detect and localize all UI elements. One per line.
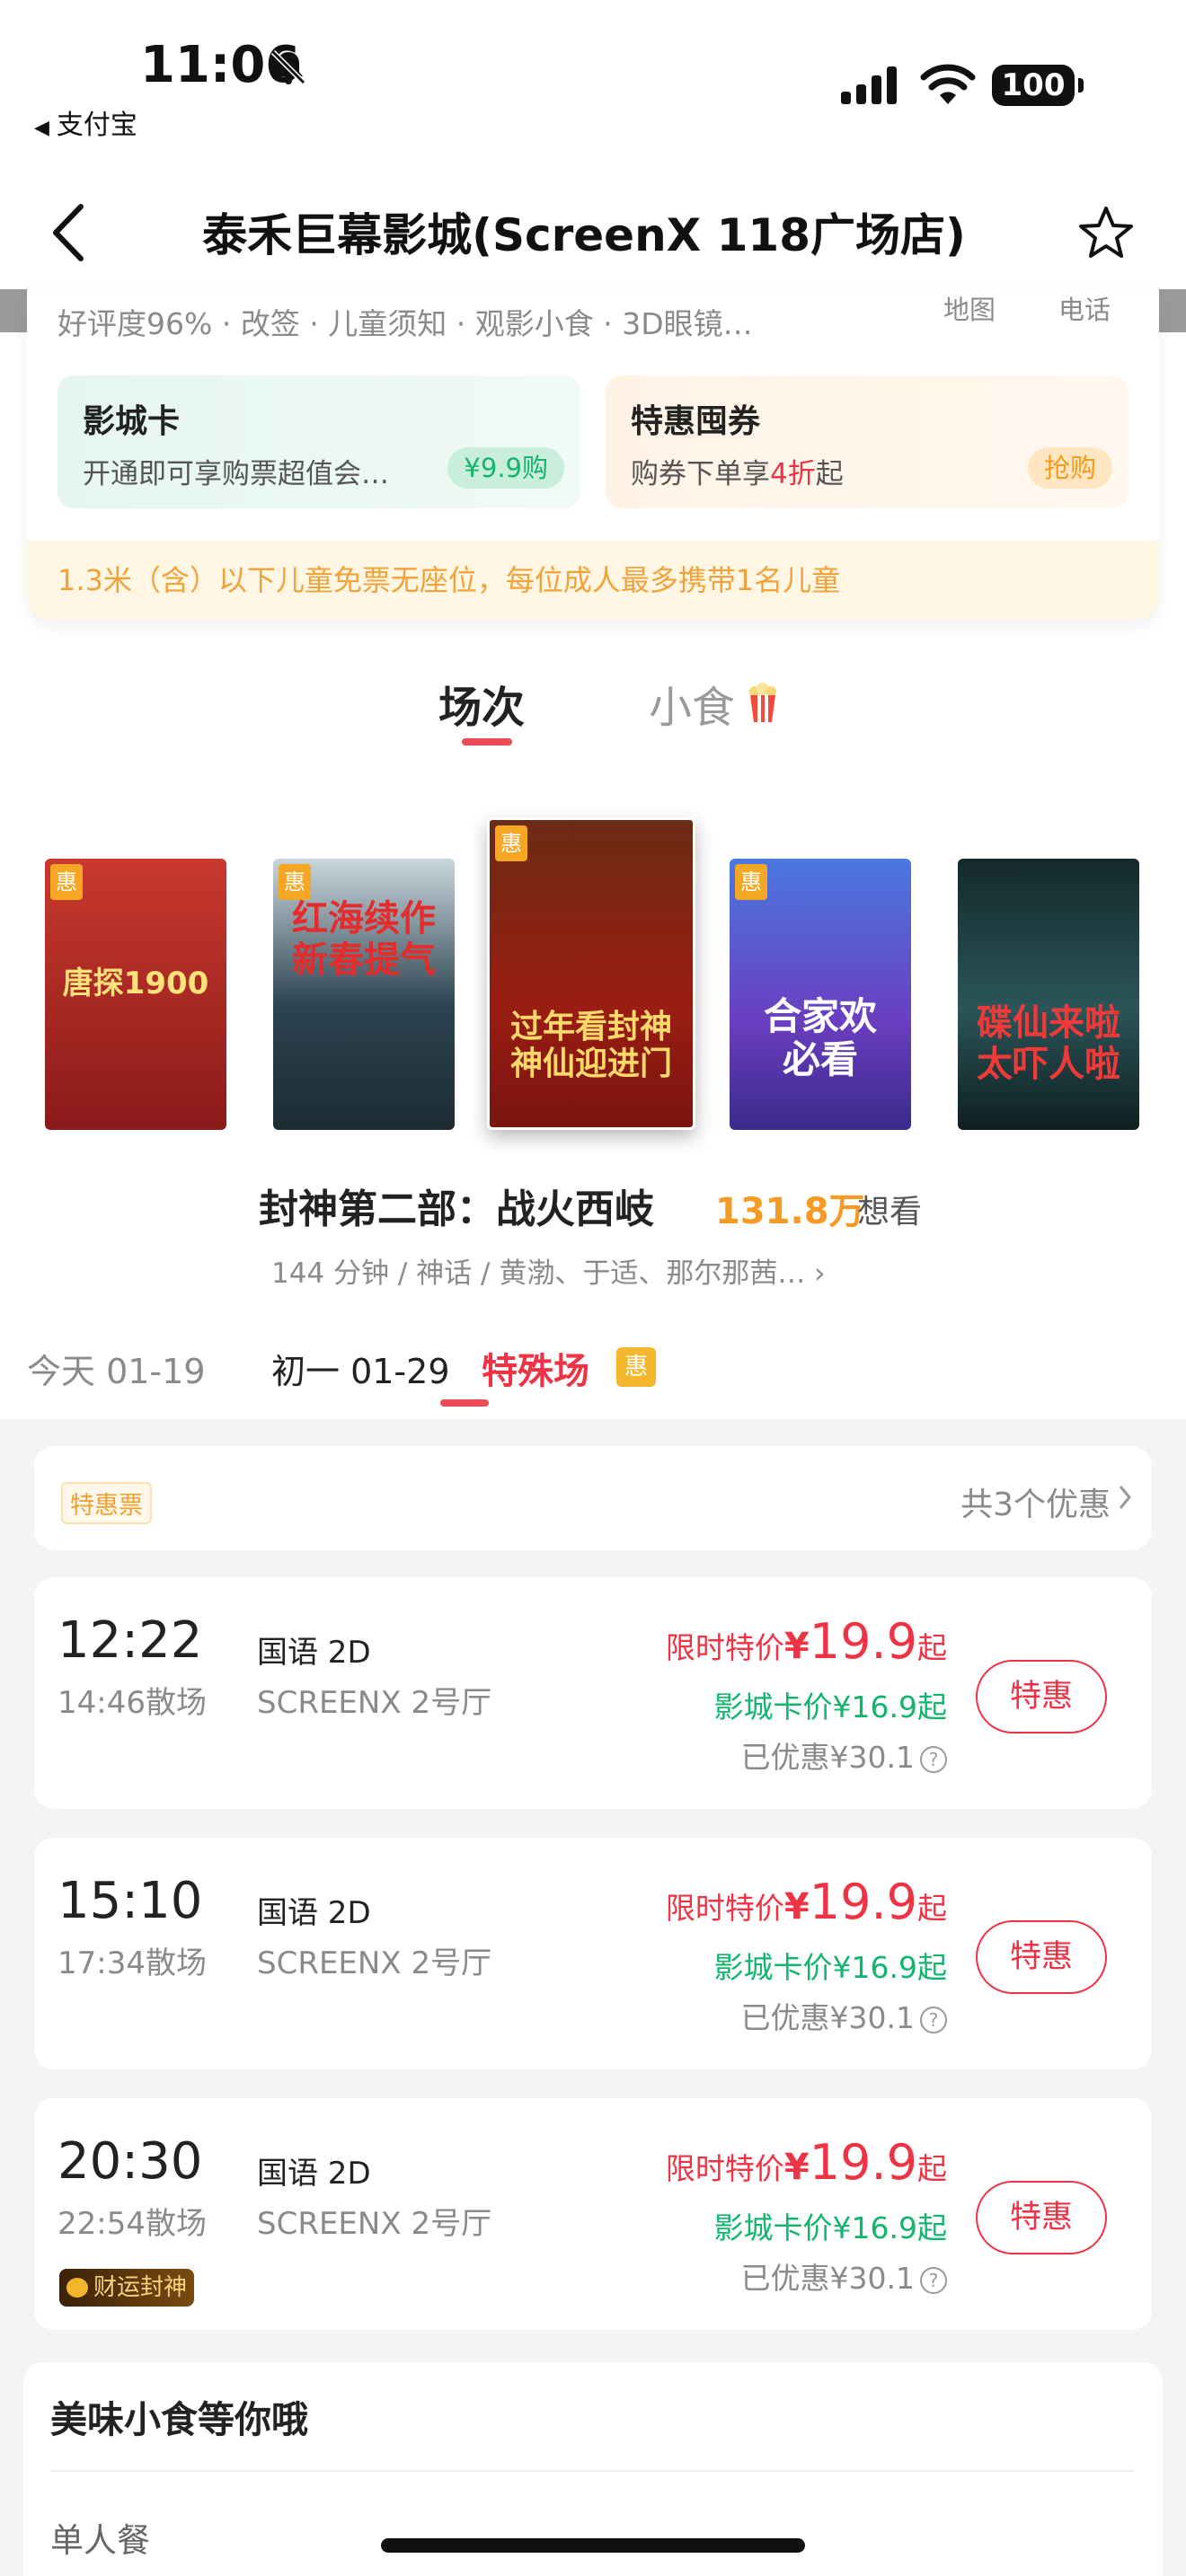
cinema-tags[interactable]: 好评度96% · 改签 · 儿童须知 · 观影小食 · 3D眼镜… <box>58 300 753 343</box>
poster-text: 合家欢 必看 <box>763 994 877 1082</box>
hall-name: SCREENX 2号厅 <box>257 1685 492 1721</box>
fortune-badge: 财运封神 <box>59 2269 194 2307</box>
page-title: 泰禾巨幕影城(ScreenX 118广场店) <box>202 209 966 261</box>
scroll-shadow-right <box>1159 289 1186 332</box>
movie-title: 封神第二部：战火西岐 <box>259 1187 654 1232</box>
end-time: 17:34散场 <box>58 1945 207 1981</box>
coupon-bar[interactable]: 特惠票 共3个优惠 <box>34 1446 1152 1550</box>
buy-discount-button[interactable]: 特惠 <box>976 1920 1107 1994</box>
wifi-icon <box>920 64 976 104</box>
poster-text: 唐探1900 <box>62 966 209 1001</box>
showtime-row[interactable]: 15:10 17:34散场 国语 2D SCREENX 2号厅 限时特价¥19.… <box>34 1838 1152 2069</box>
special-price: 限时特价¥19.9起 <box>665 1874 947 1930</box>
poster-text: 过年看封神 神仙迎进门 <box>509 1009 672 1083</box>
help-icon[interactable]: ? <box>920 2267 947 2294</box>
poster-text: 碟仙来啦 太吓人啦 <box>977 1002 1120 1085</box>
discount-tag: 惠 <box>495 825 527 861</box>
date-tab-special[interactable]: 初一 01-29 <box>271 1344 450 1393</box>
cinema-info-card: 好评度96% · 改签 · 儿童须知 · 观影小食 · 3D眼镜… 地图 电话 … <box>27 289 1159 620</box>
movie-details-link[interactable]: 144 分钟 / 神话 / 黄渤、于适、那尔那茜… › <box>271 1250 826 1291</box>
discount-tag: 惠 <box>616 1347 656 1387</box>
hall-name: SCREENX 2号厅 <box>257 2206 492 2242</box>
card-price: 影城卡价¥16.9起 <box>713 1689 947 1725</box>
showtime-row[interactable]: 12:22 14:46散场 国语 2D SCREENX 2号厅 限时特价¥19.… <box>34 1577 1152 1809</box>
help-icon[interactable]: ? <box>920 1746 947 1773</box>
cinema-card-promo[interactable]: 影城卡 开通即可享购票超值会… ¥9.9购 <box>58 375 580 508</box>
bell-mute-icon <box>270 49 306 85</box>
end-time: 22:54散场 <box>58 2206 207 2242</box>
end-time: 14:46散场 <box>58 1685 207 1721</box>
saved-amount: 已优惠¥30.1? <box>741 2254 947 2298</box>
popcorn-icon <box>749 683 776 722</box>
movie-poster-selected[interactable]: 惠 过年看封神 神仙迎进门 <box>487 817 695 1130</box>
star-icon[interactable] <box>1078 205 1134 260</box>
movie-poster[interactable]: 碟仙来啦 太吓人啦 <box>958 859 1139 1130</box>
promo-desc: 购券下单享4折起 <box>631 458 844 490</box>
back-triangle-icon: ◀ <box>34 117 49 139</box>
phone-link[interactable]: 电话 <box>1058 289 1111 327</box>
buy-discount-button[interactable]: 特惠 <box>976 2181 1107 2254</box>
language-format: 国语 2D <box>257 2156 371 2192</box>
date-active-indicator <box>440 1399 489 1407</box>
snacks-title: 美味小食等你哦 <box>50 2398 308 2441</box>
language-format: 国语 2D <box>257 1895 371 1931</box>
movie-poster[interactable]: 惠 合家欢 必看 <box>730 859 911 1130</box>
buy-discount-button[interactable]: 特惠 <box>976 1660 1107 1734</box>
date-tab-today[interactable]: 今天 01-19 <box>27 1344 206 1393</box>
hall-name: SCREENX 2号厅 <box>257 1945 492 1981</box>
saved-amount: 已优惠¥30.1? <box>741 1734 947 1777</box>
signal-icon <box>841 66 897 104</box>
tab-sessions[interactable]: 场次 <box>438 672 525 735</box>
want-count: 131.8万 <box>715 1191 865 1232</box>
discount-tag: 惠 <box>735 864 767 900</box>
coupon-promo[interactable]: 特惠囤券 购券下单享4折起 抢购 <box>606 375 1128 508</box>
movie-poster[interactable]: 惠 红海续作 新春提气 <box>273 859 455 1130</box>
special-price: 限时特价¥19.9起 <box>665 2134 947 2191</box>
promo-title: 特惠囤券 <box>631 403 761 440</box>
special-price: 限时特价¥19.9起 <box>665 1613 947 1670</box>
want-label: 想看 <box>857 1194 923 1231</box>
promo-title: 影城卡 <box>83 403 181 440</box>
divider <box>50 2470 1134 2472</box>
grab-coupon-button[interactable]: 抢购 <box>1027 447 1112 489</box>
promo-desc: 开通即可享购票超值会… <box>83 458 389 490</box>
poster-text: 红海续作 新春提气 <box>292 898 436 981</box>
discount-tag: 惠 <box>50 864 83 900</box>
back-app-label: 支付宝 <box>56 110 137 141</box>
home-indicator[interactable] <box>381 2538 805 2553</box>
scroll-shadow-left <box>0 289 27 332</box>
language-format: 国语 2D <box>257 1635 371 1671</box>
child-ticket-notice: 1.3米（含）以下儿童免票无座位，每位成人最多携带1名儿童 <box>27 541 1159 620</box>
snack-category[interactable]: 单人餐 <box>50 2513 150 2562</box>
back-to-app[interactable]: ◀ 支付宝 <box>34 102 137 142</box>
start-time: 15:10 <box>58 1872 203 1930</box>
help-icon[interactable]: ? <box>920 2007 947 2033</box>
battery-indicator: 100 <box>992 65 1084 106</box>
buy-card-button[interactable]: ¥9.9购 <box>447 447 564 489</box>
saved-amount: 已优惠¥30.1? <box>741 1994 947 2037</box>
special-session-label[interactable]: 特殊场 <box>482 1342 589 1394</box>
coupon-count: 共3个优惠 <box>960 1486 1111 1523</box>
special-ticket-tag: 特惠票 <box>61 1482 152 1524</box>
showtime-row[interactable]: 20:30 22:54散场 财运封神 国语 2D SCREENX 2号厅 限时特… <box>34 2098 1152 2330</box>
tab-snacks[interactable]: 小食 <box>649 672 735 735</box>
tab-active-indicator <box>462 738 512 745</box>
map-link[interactable]: 地图 <box>943 289 996 327</box>
card-price: 影城卡价¥16.9起 <box>713 2210 947 2245</box>
discount-tag: 惠 <box>279 864 311 900</box>
chevron-right-icon <box>1119 1486 1131 1509</box>
start-time: 20:30 <box>58 2132 203 2191</box>
card-price: 影城卡价¥16.9起 <box>713 1950 947 1985</box>
start-time: 12:22 <box>58 1611 203 1670</box>
movie-poster[interactable]: 惠 唐探1900 <box>45 859 226 1130</box>
back-arrow-icon[interactable] <box>50 203 86 262</box>
